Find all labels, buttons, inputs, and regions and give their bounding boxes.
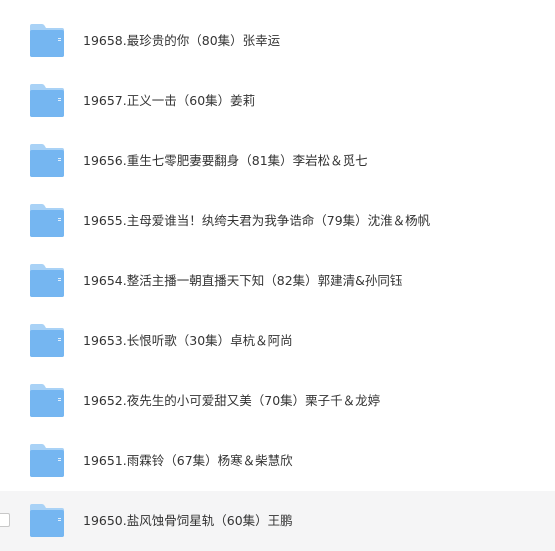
file-row[interactable]: 19651.雨霖铃（67集）杨寒＆柴慧欣 bbox=[0, 431, 555, 491]
folder-icon bbox=[28, 443, 66, 479]
folder-icon bbox=[28, 503, 66, 539]
file-row[interactable]: 19655.主母爱谁当！纨绔夫君为我争诰命（79集）沈淮＆杨帆 bbox=[0, 191, 555, 251]
file-name[interactable]: 19652.夜先生的小可爱甜又美（70集）栗子千＆龙婷 bbox=[83, 371, 380, 431]
file-row[interactable]: 19656.重生七零肥妻要翻身（81集）李岩松＆觅七 bbox=[0, 131, 555, 191]
file-name[interactable]: 19658.最珍贵的你（80集）张幸运 bbox=[83, 11, 280, 71]
folder-icon bbox=[28, 203, 66, 239]
file-row[interactable]: 19654.整活主播一朝直播天下知（82集）郭建清&孙同钰 bbox=[0, 251, 555, 311]
file-name[interactable]: 19653.长恨听歌（30集）卓杭＆阿尚 bbox=[83, 311, 293, 371]
file-row[interactable]: 19658.最珍贵的你（80集）张幸运 bbox=[0, 11, 555, 71]
file-row[interactable]: 19652.夜先生的小可爱甜又美（70集）栗子千＆龙婷 bbox=[0, 371, 555, 431]
folder-icon bbox=[28, 143, 66, 179]
file-list: 19658.最珍贵的你（80集）张幸运 19657.正义一击（60集）姜莉 19… bbox=[0, 11, 555, 551]
file-name[interactable]: 19657.正义一击（60集）姜莉 bbox=[83, 71, 255, 131]
file-name[interactable]: 19654.整活主播一朝直播天下知（82集）郭建清&孙同钰 bbox=[83, 251, 402, 311]
folder-icon bbox=[28, 23, 66, 59]
file-name[interactable]: 19650.盐风蚀骨饲星轨（60集）王鹏 bbox=[83, 491, 293, 551]
folder-icon bbox=[28, 263, 66, 299]
row-checkbox[interactable] bbox=[0, 513, 10, 527]
file-row[interactable]: 19653.长恨听歌（30集）卓杭＆阿尚 bbox=[0, 311, 555, 371]
file-name[interactable]: 19655.主母爱谁当！纨绔夫君为我争诰命（79集）沈淮＆杨帆 bbox=[83, 191, 430, 251]
folder-icon bbox=[28, 383, 66, 419]
folder-icon bbox=[28, 323, 66, 359]
folder-icon bbox=[28, 83, 66, 119]
file-name[interactable]: 19651.雨霖铃（67集）杨寒＆柴慧欣 bbox=[83, 431, 293, 491]
file-row[interactable]: 19657.正义一击（60集）姜莉 bbox=[0, 71, 555, 131]
file-name[interactable]: 19656.重生七零肥妻要翻身（81集）李岩松＆觅七 bbox=[83, 131, 368, 191]
file-row[interactable]: 19650.盐风蚀骨饲星轨（60集）王鹏 bbox=[0, 491, 555, 551]
